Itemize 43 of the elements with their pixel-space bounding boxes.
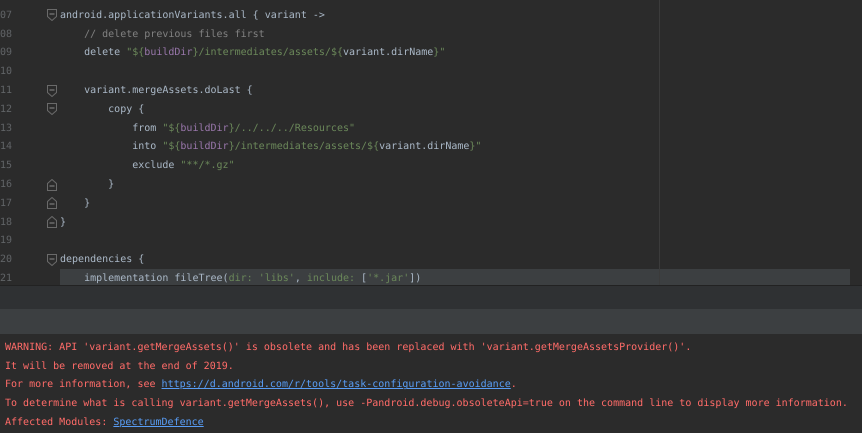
fold-icon[interactable] [47,254,57,266]
code-line: } [84,198,90,209]
line-number: 14 [0,141,14,152]
fold-icon[interactable] [47,178,57,191]
link[interactable]: SpectrumDefence [113,417,204,428]
code-line: copy { [108,104,144,115]
code-line: // delete previous files first [84,28,265,40]
code-line: variant.mergeAssets.doLast { [84,85,253,96]
fold-icon[interactable] [47,9,57,22]
line-number: 13 [0,122,14,134]
console-message: It will be removed at the end of 2019. [5,360,234,372]
link[interactable]: https://d.android.com/r/tools/task-configuration-avoidance [162,379,511,390]
code-line: delete "${buildDir}/intermediates/assets/${variant.dirName}" [84,47,446,58]
fold-icon[interactable] [47,216,57,228]
line-number: 16 [0,179,14,190]
code-line: from "${buildDir}/../../../Resources" [132,122,356,134]
line-number: 18 [0,216,14,228]
fold-icon[interactable] [47,103,57,116]
line-number: 20 [0,254,14,266]
console-message: WARNING: API 'variant.getMergeAssets()' is obsolete and has been replaced with 'variant.getMergeAssetsProvider()'. [5,342,692,353]
code-line: dependencies { [60,254,144,266]
console-label: Affected Modules: [5,417,108,428]
console-message: . [510,379,517,390]
code-line: } [108,179,114,190]
code-line: android.applicationVariants.all { variant -> [60,10,325,21]
line-number: 09 [0,47,14,58]
code-line: implementation fileTree(dir: 'libs', include: ['*.jar']) [84,273,422,284]
code-line: exclude "**/*.gz" [132,160,235,172]
line-number: 10 [0,66,14,78]
line-number: 08 [0,28,14,40]
line-number: 15 [0,160,14,172]
line-number: 17 [0,198,14,209]
fold-icon[interactable] [47,197,57,210]
line-number: 11 [0,85,14,96]
line-number: 07 [0,10,14,21]
console-message: To determine what is calling variant.getMergeAssets(), use -Pandroid.debug.obsoleteApi=true on the command line to display more information. [5,398,848,410]
line-number: 21 [0,273,14,284]
console-message: For more information, see [5,379,157,390]
line-number: 12 [0,104,14,115]
line-number: 19 [0,235,14,246]
fold-icon[interactable] [47,84,57,97]
code-line: into "${buildDir}/intermediates/assets/${variant.dirName}" [132,141,482,152]
code-line: } [60,216,66,228]
